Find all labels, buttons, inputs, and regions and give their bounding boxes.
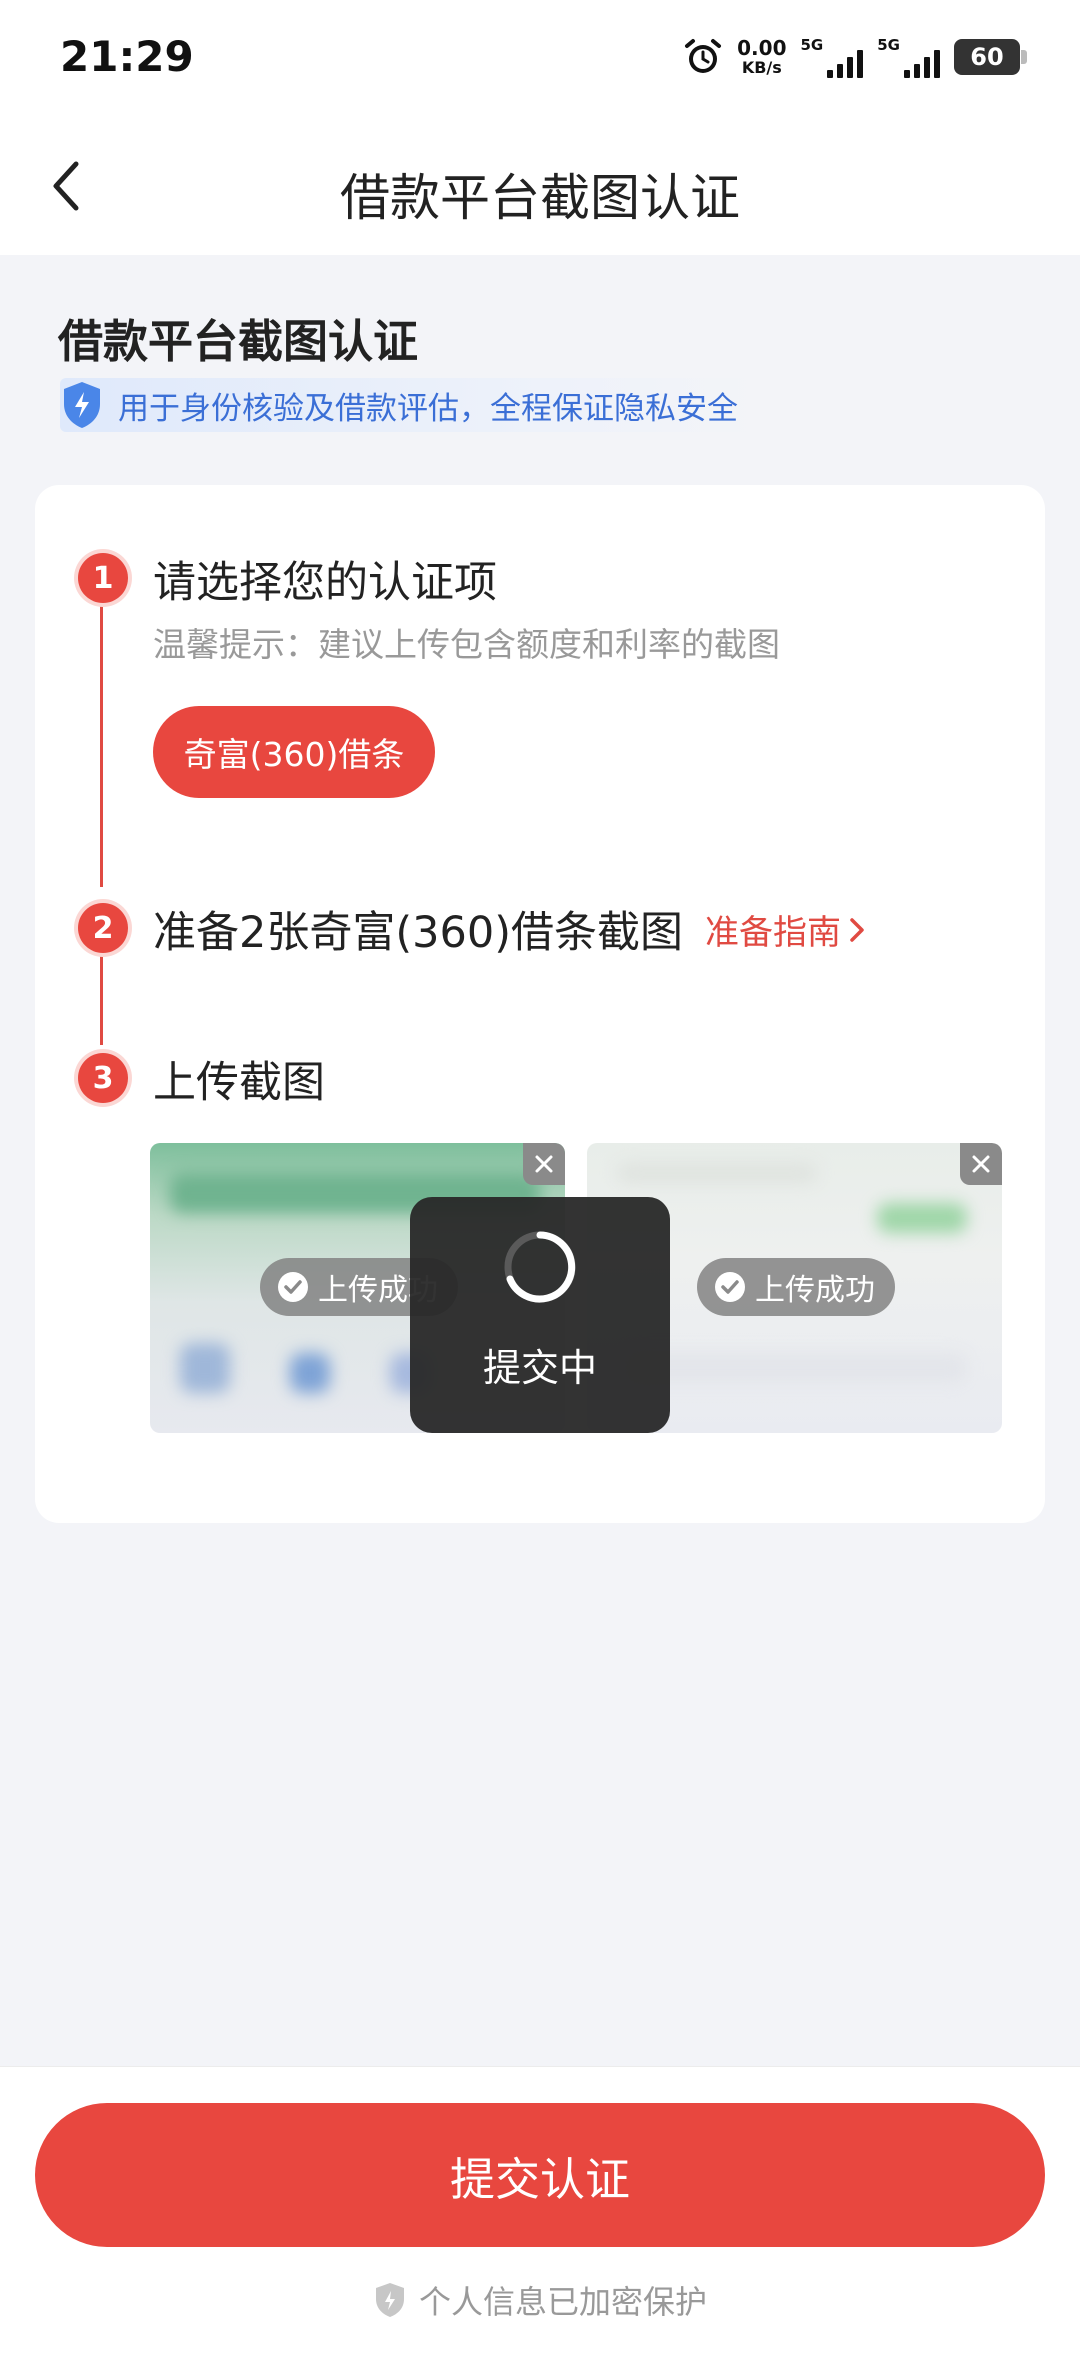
prepare-guide-link[interactable]: 准备指南 [705,905,865,954]
step-connector [100,955,103,1045]
signal-sim2: 5G [877,36,940,78]
status-time: 21:29 [60,32,194,81]
net-speed-value: 0.00 [737,36,787,60]
net-speed: 0.00 KB/s [737,38,786,76]
privacy-text: 用于身份核验及借款评估，全程保证隐私安全 [118,390,738,427]
privacy-banner: 用于身份核验及借款评估，全程保证隐私安全 [60,378,758,432]
battery-level: 60 [970,43,1004,71]
remove-screenshot-1-button[interactable] [523,1143,565,1185]
upload-status-text: 上传成功 [755,1273,875,1308]
sim2-label: 5G [877,36,900,54]
step-2-title: 准备2张奇富(360)借条截图 [153,908,683,958]
bottom-bar: 提交认证 个人信息已加密保护 [0,2066,1080,2377]
toast-text: 提交中 [482,1346,597,1390]
signal-sim1: 5G [801,36,864,78]
platform-chip[interactable]: 奇富(360)借条 [153,706,435,798]
alarm-icon [685,39,722,73]
section-title: 借款平台截图认证 [58,315,419,368]
close-icon [535,1155,553,1173]
remove-screenshot-2-button[interactable] [960,1143,1002,1185]
step-3-title: 上传截图 [153,1058,325,1108]
chevron-right-icon [850,917,864,942]
step-2-badge: 2 [78,903,128,953]
signal-bars-icon [904,48,940,78]
step-1-badge: 1 [78,553,128,603]
prepare-guide-label: 准备指南 [705,913,841,953]
step-connector [100,605,103,887]
battery-icon: 60 [954,39,1027,75]
secure-note: 个人信息已加密保护 [0,2277,1080,2323]
loading-spinner-icon [504,1231,576,1303]
check-circle-icon [278,1272,308,1302]
page-title: 借款平台截图认证 [340,169,740,227]
shield-icon [375,2283,404,2317]
secure-note-text: 个人信息已加密保护 [418,2283,707,2321]
status-bar: 21:29 0.00 KB/s 5G 5G 60 [0,0,1080,120]
submit-button[interactable]: 提交认证 [35,2103,1045,2247]
check-circle-icon [715,1272,745,1302]
submitting-toast: 提交中 [410,1197,670,1433]
status-icons: 0.00 KB/s 5G 5G 60 [683,36,1027,78]
net-speed-unit: KB/s [741,58,782,77]
shield-lightning-icon [64,382,100,428]
close-icon [972,1155,990,1173]
step-3-badge: 3 [78,1053,128,1103]
nav-bar: 借款平台截图认证 [0,120,1080,255]
step-1-title: 请选择您的认证项 [153,558,497,608]
sim1-label: 5G [800,36,824,54]
upload-success-badge: 上传成功 [697,1258,895,1316]
step-1-hint: 温馨提示：建议上传包含额度和利率的截图 [153,625,780,664]
signal-bars-icon [827,48,864,78]
